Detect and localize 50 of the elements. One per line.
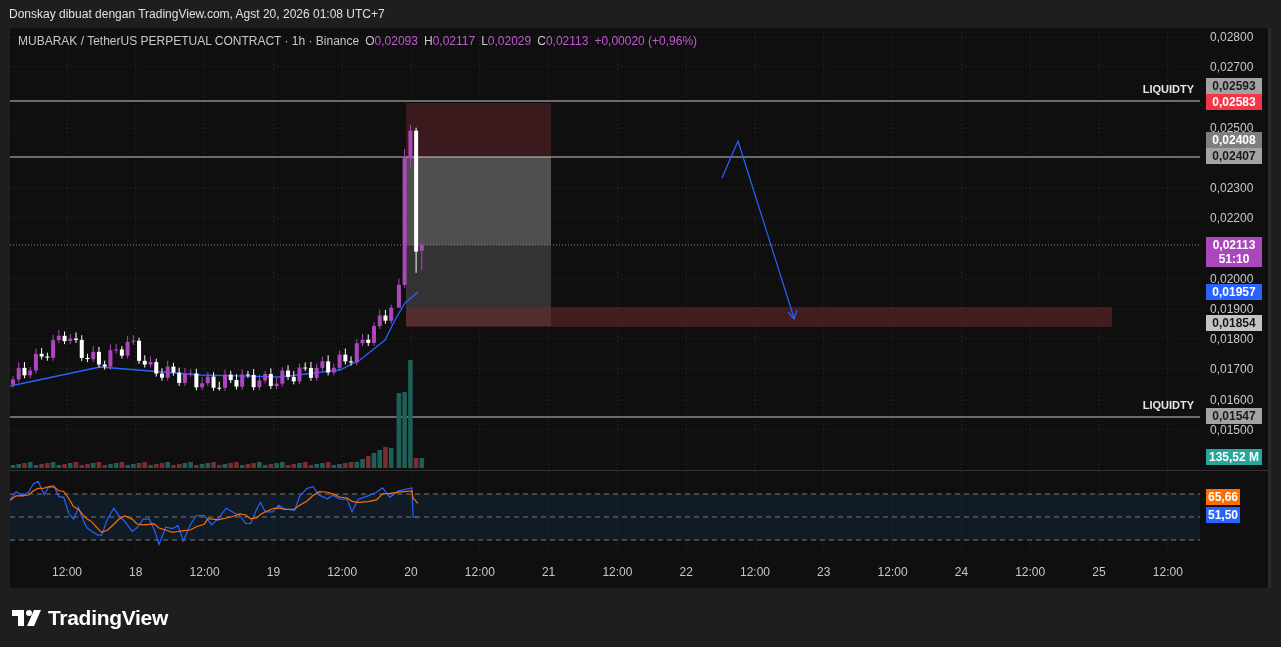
time-label: 21 [541, 565, 556, 579]
time-label: 23 [817, 565, 831, 579]
time-label: 12:00 [464, 565, 495, 579]
price-tick: 0,02500 [1210, 121, 1254, 135]
ohlc-value: L0,02029 [481, 34, 532, 48]
price-tick: 0,02700 [1210, 60, 1254, 74]
time-label: 12:00 [740, 565, 770, 579]
price-badge: 0,01957 [1206, 284, 1262, 300]
time-label: 12:00 [1015, 565, 1046, 579]
time-label: 12:00 [602, 565, 633, 579]
time-label: 20 [404, 565, 418, 579]
price-tick: 0,01600 [1210, 393, 1254, 407]
price-tick: 0,02200 [1210, 211, 1254, 225]
price-tick: 0,02000 [1210, 272, 1254, 286]
time-label: 19 [266, 565, 281, 579]
price-tick: 0,01500 [1210, 423, 1254, 437]
price-tick: 0,01800 [1210, 332, 1254, 346]
liquidity-label: LIQUIDTY [1142, 399, 1194, 411]
price-badge: 0,02408 [1206, 132, 1262, 148]
time-label: 12:00 [327, 565, 358, 579]
time-label: 18 [129, 565, 143, 579]
ohlc-value: H0,02117 [423, 34, 476, 48]
price-tick: 0,02800 [1210, 30, 1254, 44]
time-label: 24 [954, 565, 969, 579]
price-badge: 0,02593 [1206, 78, 1262, 94]
price-badge: 0,01854 [1206, 315, 1262, 331]
ohlc-value: O0,02093 [365, 34, 418, 48]
price-tick: 0,01700 [1210, 362, 1254, 376]
snapshot-caption: Donskay dibuat dengan TradingView.com, Agst 20, 2026 01:08 UTC+7 [8, 6, 386, 23]
price-badge: 0,02113 51:10 [1206, 237, 1262, 267]
symbol-title: MUBARAK / TetherUS PERPETUAL CONTRACT · 1h · Binance [18, 34, 360, 48]
time-label: 12:00 [52, 565, 82, 579]
time-label: 22 [679, 565, 693, 579]
time-label: 12:00 [877, 565, 908, 579]
ohlc-value: C0,02113 [537, 34, 589, 48]
rsi-badge: 65,66 [1206, 489, 1240, 505]
price-badge: 135,52 M [1206, 449, 1262, 465]
time-label: 12:00 [189, 565, 220, 579]
time-label: 25 [1092, 565, 1106, 579]
brand-name: TradingView [48, 605, 168, 630]
time-label: 12:00 [1152, 565, 1183, 579]
price-badge: 0,02583 [1206, 94, 1262, 110]
price-tick: 0,02300 [1210, 181, 1254, 195]
logo-icon [12, 609, 42, 626]
price-change: +0,00020 (+0,96%) [594, 34, 698, 48]
price-tick: 0,01900 [1210, 302, 1254, 316]
rsi-badge: 51,50 [1206, 507, 1240, 523]
price-badge: 0,02407 [1206, 148, 1262, 164]
price-badge: 0,01547 [1206, 408, 1262, 424]
liquidity-label: LIQUIDTY [1142, 83, 1194, 95]
